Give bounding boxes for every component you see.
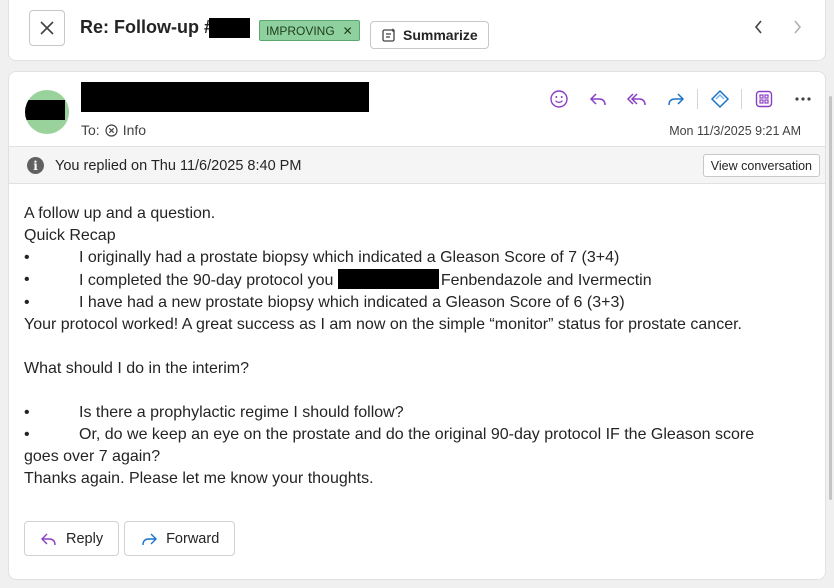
scrollbar[interactable] <box>829 96 832 500</box>
list-item: • Or, do we keep an eye on the prostate … <box>24 424 819 446</box>
close-icon <box>40 21 54 35</box>
message-actions <box>539 84 822 114</box>
body-line: Quick Recap <box>24 227 116 244</box>
redacted-avatar-initials <box>25 100 65 120</box>
body-line: Thanks again. Please let me know your th… <box>24 470 374 487</box>
reading-pane-header: Re: Follow-up # IMPROVING ✕ Summarize <box>8 0 826 61</box>
reply-action-button[interactable] <box>578 84 617 114</box>
reply-all-icon <box>626 93 646 106</box>
bullet-marker: • <box>24 249 30 266</box>
copilot-icon <box>710 89 729 109</box>
forward-label: Forward <box>166 530 220 547</box>
reply-button[interactable]: Reply <box>24 521 120 556</box>
next-message-button[interactable] <box>787 16 807 38</box>
list-item-text-part: I completed the 90-day protocol you <box>79 272 338 289</box>
apps-icon <box>755 90 772 108</box>
copilot-button[interactable] <box>700 84 739 114</box>
forward-icon <box>142 533 158 545</box>
action-divider <box>697 89 698 109</box>
body-line: What should I do in the interim? <box>24 360 250 377</box>
apps-button[interactable] <box>744 84 783 114</box>
body-line: Your protocol worked! A great success as… <box>24 316 742 333</box>
more-icon <box>794 97 811 101</box>
forward-action-button[interactable] <box>656 84 695 114</box>
to-label: To: <box>81 122 100 138</box>
summarize-icon <box>382 28 396 42</box>
chevron-right-icon <box>794 20 802 34</box>
reply-icon <box>41 533 56 545</box>
message-body: A follow up and a question. Quick Recap … <box>24 203 819 490</box>
summarize-button[interactable]: Summarize <box>370 21 489 49</box>
remove-tag-icon[interactable]: ✕ <box>343 24 353 38</box>
action-divider <box>741 89 742 109</box>
list-item: • I have had a new prostate biopsy which… <box>24 292 819 314</box>
bullet-marker: • <box>24 404 30 421</box>
redacted-text <box>337 269 439 289</box>
body-line: goes over 7 again? <box>24 448 161 465</box>
reply-actions: Reply Forward <box>24 521 236 556</box>
message-date: Mon 11/3/2025 9:21 AM <box>669 124 801 138</box>
list-item: • Is there a prophylactic regime I shoul… <box>24 402 819 424</box>
close-button[interactable] <box>29 10 65 46</box>
tag-label: IMPROVING <box>266 23 335 38</box>
email-subject: Re: Follow-up # <box>80 17 214 37</box>
reply-notice-bar: i You replied on Thu 11/6/2025 8:40 PM V… <box>9 146 825 184</box>
list-item-text: I completed the 90-day protocol you Fenb… <box>79 269 652 292</box>
list-item: • I completed the 90-day protocol you Fe… <box>24 269 819 292</box>
message-card: To: Info Mon 11/3/2025 9:21 AM i You rep… <box>8 71 826 580</box>
chevron-left-icon <box>754 20 762 34</box>
reply-icon <box>589 93 606 106</box>
list-item-text: I have had a new prostate biopsy which i… <box>79 294 625 311</box>
list-item-text: Or, do we keep an eye on the prostate an… <box>79 426 755 443</box>
list-item-text: I originally had a prostate biopsy which… <box>79 249 620 266</box>
summarize-label: Summarize <box>403 27 478 43</box>
reply-label: Reply <box>66 530 104 547</box>
view-conversation-button[interactable]: View conversation <box>702 154 820 177</box>
bullet-marker: • <box>24 271 30 288</box>
forward-button[interactable]: Forward <box>124 521 236 556</box>
previous-message-button[interactable] <box>749 16 769 38</box>
redacted-sender-name <box>81 82 369 112</box>
bullet-marker: • <box>24 294 30 311</box>
more-actions-button[interactable] <box>783 84 822 114</box>
reply-all-action-button[interactable] <box>617 84 656 114</box>
remove-recipient-icon[interactable] <box>105 123 118 137</box>
list-item-text: Is there a prophylactic regime I should … <box>79 404 404 421</box>
recipient-line: To: Info <box>81 122 146 138</box>
avatar[interactable] <box>25 90 69 134</box>
bullet-marker: • <box>24 426 30 443</box>
body-line: A follow up and a question. <box>24 205 216 222</box>
recipient-name[interactable]: Info <box>123 122 146 138</box>
forward-icon <box>667 93 684 106</box>
info-icon: i <box>27 157 44 174</box>
list-item: • I originally had a prostate biopsy whi… <box>24 247 819 269</box>
category-tag[interactable]: IMPROVING ✕ <box>259 20 360 41</box>
emoji-icon <box>549 90 568 108</box>
redacted-subject-number <box>209 18 250 38</box>
reply-notice-text: You replied on Thu 11/6/2025 8:40 PM <box>55 158 302 174</box>
react-button[interactable] <box>539 84 578 114</box>
list-item-text-part: Fenbendazole and Ivermectin <box>440 272 652 289</box>
